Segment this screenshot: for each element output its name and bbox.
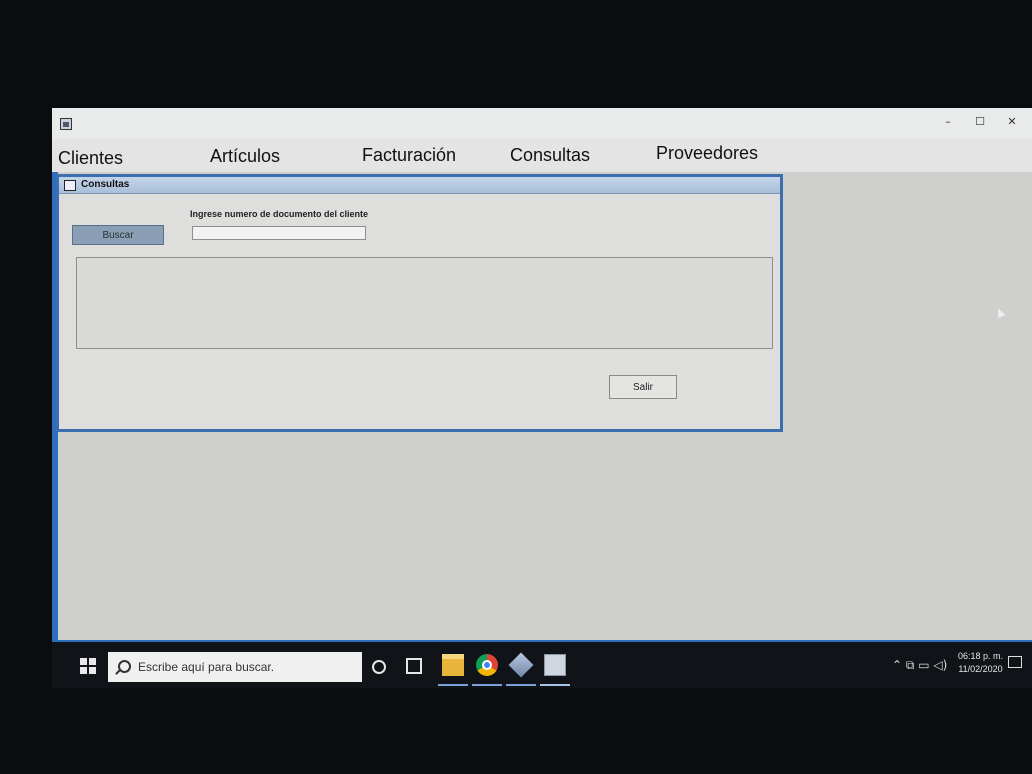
maximize-button[interactable]: ☐ xyxy=(966,112,994,132)
running-indicator xyxy=(506,684,536,686)
menu-articulos[interactable]: Artículos xyxy=(210,146,280,167)
system-tray[interactable]: ⌃ ⧉ ▭ ◁) xyxy=(892,658,947,673)
menu-clientes[interactable]: Clientes xyxy=(58,148,123,169)
taskbar-clock[interactable]: 06:18 p. m. 11/02/2020 xyxy=(958,650,1003,676)
clock-date: 11/02/2020 xyxy=(958,664,1003,674)
internal-frame-title-bar[interactable]: Consultas xyxy=(59,177,780,194)
menu-consultas[interactable]: Consultas xyxy=(510,145,590,166)
file-explorer-icon[interactable] xyxy=(442,654,464,676)
screen: – ☐ ✕ Clientes Artículos Facturación Con… xyxy=(52,108,1032,688)
chrome-icon[interactable] xyxy=(476,654,498,676)
window-controls: – ☐ ✕ xyxy=(934,112,1026,132)
taskbar-search-box[interactable]: Escribe aquí para buscar. xyxy=(108,652,362,682)
minimize-button[interactable]: – xyxy=(934,112,962,132)
search-icon xyxy=(118,660,131,673)
frame-title: Consultas xyxy=(81,179,130,190)
frame-menu-icon[interactable] xyxy=(64,180,76,191)
running-indicator xyxy=(472,684,502,686)
exit-button[interactable]: Salir xyxy=(609,375,677,399)
java-app-icon xyxy=(60,118,72,130)
search-button[interactable]: Buscar xyxy=(72,225,164,245)
menu-proveedores[interactable]: Proveedores xyxy=(656,143,758,164)
running-indicator xyxy=(438,684,468,686)
clock-time: 06:18 p. m. xyxy=(958,651,1004,661)
java-app-icon[interactable] xyxy=(544,654,566,676)
taskbar-search-placeholder: Escribe aquí para buscar. xyxy=(138,660,275,674)
notification-icon[interactable] xyxy=(1008,656,1022,668)
consultas-internal-frame: Consultas Ingrese numero de documento de… xyxy=(56,174,783,432)
app-title-bar: – ☐ ✕ xyxy=(52,108,1032,138)
cortana-icon[interactable] xyxy=(372,660,386,674)
taskbar: Escribe aquí para buscar. ⌃ ⧉ ▭ ◁) 06:18… xyxy=(52,640,1032,688)
menu-bar: Clientes Artículos Facturación Consultas… xyxy=(52,138,1032,173)
document-number-input[interactable] xyxy=(192,226,366,240)
close-button[interactable]: ✕ xyxy=(998,112,1026,132)
cube-app-icon[interactable] xyxy=(508,652,534,678)
task-view-icon[interactable] xyxy=(406,658,422,674)
results-text-area[interactable] xyxy=(76,257,773,349)
document-number-label: Ingrese numero de documento del cliente xyxy=(190,209,369,219)
windows-start-icon[interactable] xyxy=(80,658,96,674)
active-indicator xyxy=(540,684,570,686)
menu-facturacion[interactable]: Facturación xyxy=(362,145,456,166)
